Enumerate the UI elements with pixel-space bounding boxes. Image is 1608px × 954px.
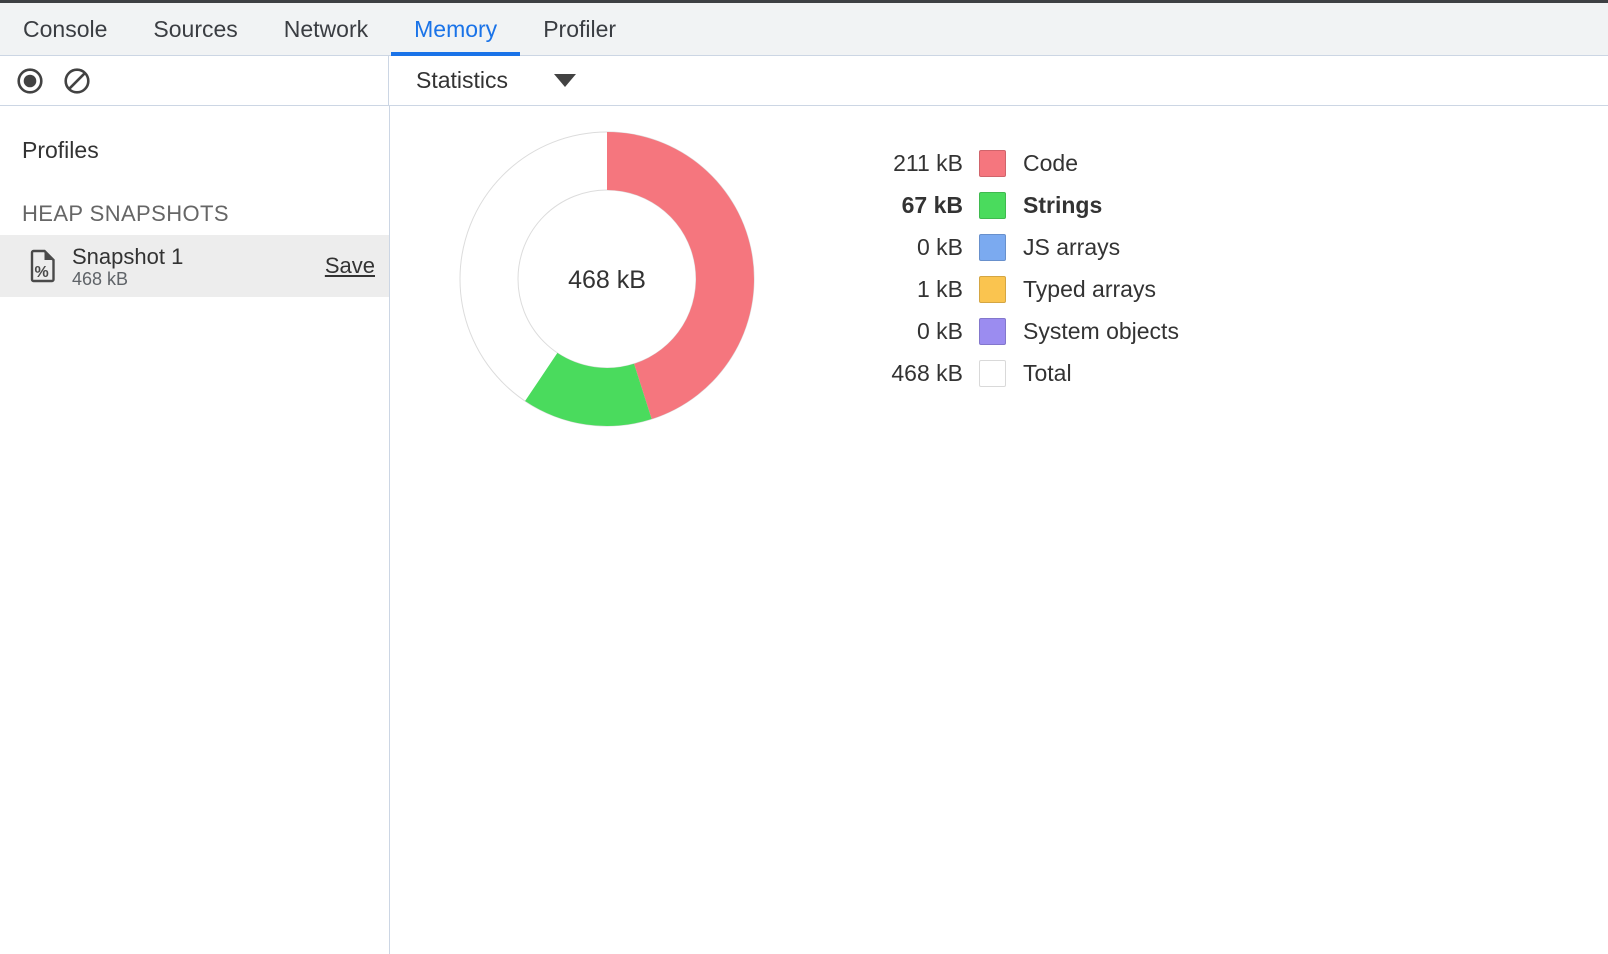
tab-profiler-label: Profiler	[543, 16, 616, 43]
tab-memory-label: Memory	[414, 16, 497, 43]
heap-statistics-donut-chart: 468 kB	[427, 99, 787, 459]
toolbar-left-section	[0, 56, 389, 105]
snapshot-size: 468 kB	[72, 269, 183, 289]
tab-sources[interactable]: Sources	[130, 3, 260, 55]
legend-label: Code	[1023, 150, 1078, 177]
perspective-selector-value: Statistics	[416, 67, 508, 94]
legend-value: 1 kB	[843, 276, 963, 303]
js-arrays-swatch-icon	[979, 234, 1006, 261]
legend-value: 468 kB	[843, 360, 963, 387]
legend-row-total[interactable]: 468 kB Total	[843, 352, 1179, 394]
tab-profiler[interactable]: Profiler	[520, 3, 639, 55]
snapshot-name: Snapshot 1	[72, 244, 183, 269]
legend-label: JS arrays	[1023, 234, 1120, 261]
legend-label: System objects	[1023, 318, 1179, 345]
heap-snapshot-file-icon: %	[30, 249, 56, 283]
chevron-down-icon	[554, 74, 576, 87]
perspective-selector[interactable]: Statistics	[389, 56, 576, 105]
donut-center-label: 468 kB	[568, 266, 646, 294]
tab-sources-label: Sources	[153, 16, 237, 43]
legend-row-js-arrays[interactable]: 0 kB JS arrays	[843, 226, 1179, 268]
legend-row-strings[interactable]: 67 kB Strings	[843, 184, 1179, 226]
legend-row-system-objects[interactable]: 0 kB System objects	[843, 310, 1179, 352]
legend-value: 0 kB	[843, 234, 963, 261]
total-swatch-icon	[979, 360, 1006, 387]
clear-icon	[62, 66, 92, 96]
profiles-sidebar: Profiles HEAP SNAPSHOTS % Snapshot 1 468…	[0, 106, 390, 954]
save-snapshot-link[interactable]: Save	[325, 253, 375, 279]
tab-console[interactable]: Console	[0, 3, 130, 55]
svg-text:%: %	[35, 264, 49, 281]
code-swatch-icon	[979, 150, 1006, 177]
system-objects-swatch-icon	[979, 318, 1006, 345]
legend-value: 211 kB	[843, 150, 963, 177]
legend-row-code[interactable]: 211 kB Code	[843, 142, 1179, 184]
snapshot-list-item[interactable]: % Snapshot 1 468 kB Save	[0, 235, 389, 297]
tab-console-label: Console	[23, 16, 107, 43]
tab-network[interactable]: Network	[261, 3, 391, 55]
devtools-tabbar: Console Sources Network Memory Profiler	[0, 3, 1608, 56]
memory-toolbar: Statistics	[0, 56, 1608, 106]
legend-label: Strings	[1023, 192, 1102, 219]
legend-label: Total	[1023, 360, 1072, 387]
snapshot-meta: Snapshot 1 468 kB	[72, 244, 183, 289]
clear-profiles-button[interactable]	[62, 66, 92, 96]
statistics-legend: 211 kB Code 67 kB Strings 0 kB JS arrays…	[843, 142, 1179, 394]
heap-snapshots-section-header: HEAP SNAPSHOTS	[22, 201, 389, 227]
legend-value: 0 kB	[843, 318, 963, 345]
legend-label: Typed arrays	[1023, 276, 1156, 303]
tab-network-label: Network	[284, 16, 368, 43]
typed-arrays-swatch-icon	[979, 276, 1006, 303]
statistics-panel: 468 kB 211 kB Code 67 kB Strings 0 kB JS…	[390, 106, 1608, 954]
legend-value: 67 kB	[843, 192, 963, 219]
tab-memory[interactable]: Memory	[391, 3, 520, 55]
record-heap-snapshot-button[interactable]	[15, 66, 45, 96]
content-area: Profiles HEAP SNAPSHOTS % Snapshot 1 468…	[0, 106, 1608, 954]
record-icon	[15, 66, 45, 96]
legend-row-typed-arrays[interactable]: 1 kB Typed arrays	[843, 268, 1179, 310]
strings-swatch-icon	[979, 192, 1006, 219]
devtools-window: Console Sources Network Memory Profiler …	[0, 0, 1608, 954]
sidebar-title: Profiles	[22, 137, 389, 164]
